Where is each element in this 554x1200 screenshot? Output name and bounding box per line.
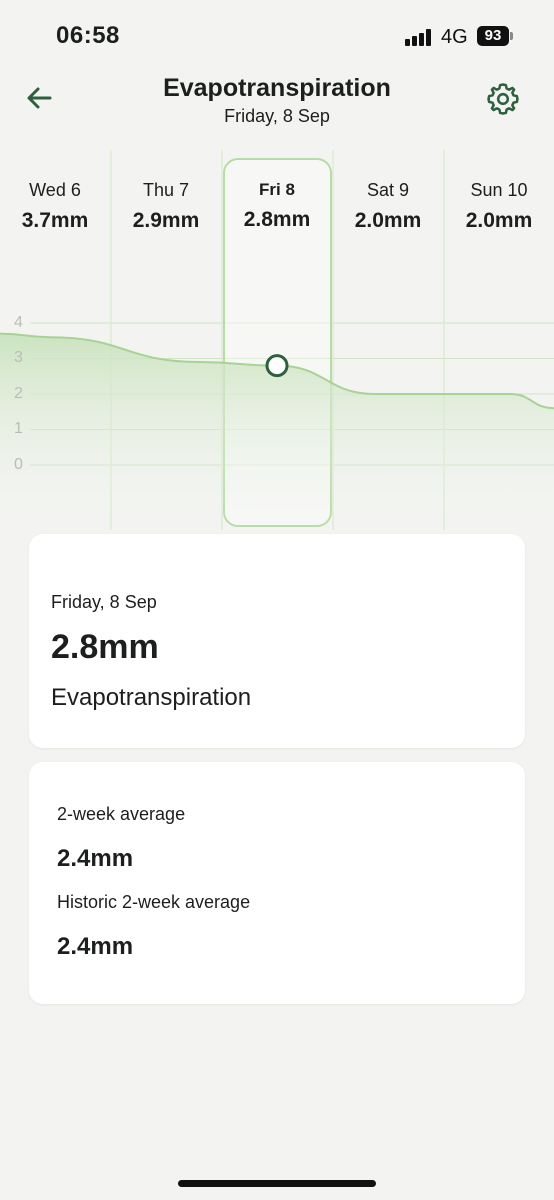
home-indicator[interactable] <box>178 1180 376 1187</box>
day-name: Thu 7 <box>142 180 190 200</box>
card-date: Friday, 8 Sep <box>51 592 157 612</box>
y-tick-label: 0 <box>14 456 23 473</box>
card-value: 2.8mm <box>51 628 159 666</box>
day-value: 2.0mm <box>354 209 422 232</box>
day-column-thu[interactable]: Thu 7 2.9mm <box>111 180 221 233</box>
signal-icon <box>405 28 435 46</box>
y-tick-label: 3 <box>14 349 23 366</box>
day-name: Wed 6 <box>29 180 81 200</box>
settings-button[interactable] <box>486 82 520 116</box>
day-name: Fri 8 <box>259 180 295 199</box>
day-column-sun[interactable]: Sun 10 2.0mm <box>444 180 554 233</box>
day-value: 2.8mm <box>243 208 311 231</box>
battery-icon: 93 <box>477 26 513 46</box>
day-value: 3.7mm <box>21 209 89 232</box>
y-tick-label: 1 <box>14 420 23 437</box>
card-metric-label: Evapotranspiration <box>51 684 252 711</box>
two-week-average-value: 2.4mm <box>57 845 134 872</box>
header: Evapotranspiration Friday, 8 Sep <box>0 70 554 130</box>
day-name: Sat 9 <box>366 180 410 200</box>
day-column-fri[interactable]: Fri 8 2.8mm <box>222 180 332 232</box>
page-subtitle: Friday, 8 Sep <box>224 106 330 126</box>
y-tick-label: 2 <box>14 385 23 402</box>
two-week-average-label: 2-week average <box>57 804 186 824</box>
network-type: 4G <box>441 26 468 48</box>
historic-average-value: 2.4mm <box>57 933 134 960</box>
historic-average-label: Historic 2-week average <box>57 892 251 912</box>
battery-level: 93 <box>477 26 509 46</box>
y-tick-label: 4 <box>14 314 23 331</box>
evapotranspiration-chart[interactable]: 4 3 2 1 0 Wed 6 3.7mm Thu 7 2.9mm Fri 8 … <box>0 150 554 530</box>
status-bar: 06:58 4G 93 <box>0 0 554 70</box>
averages-card: 2-week average 2.4mm Historic 2-week ave… <box>29 762 525 1004</box>
day-name: Sun 10 <box>470 180 528 200</box>
page-title: Evapotranspiration <box>163 74 391 102</box>
selected-point-marker <box>265 354 289 378</box>
status-time: 06:58 <box>56 22 120 49</box>
day-column-sat[interactable]: Sat 9 2.0mm <box>333 180 443 233</box>
day-column-wed[interactable]: Wed 6 3.7mm <box>0 180 110 233</box>
selected-day-card: Friday, 8 Sep 2.8mm Evapotranspiration <box>29 534 525 748</box>
day-value: 2.9mm <box>132 209 200 232</box>
day-value: 2.0mm <box>465 209 533 232</box>
gear-icon <box>487 83 519 115</box>
